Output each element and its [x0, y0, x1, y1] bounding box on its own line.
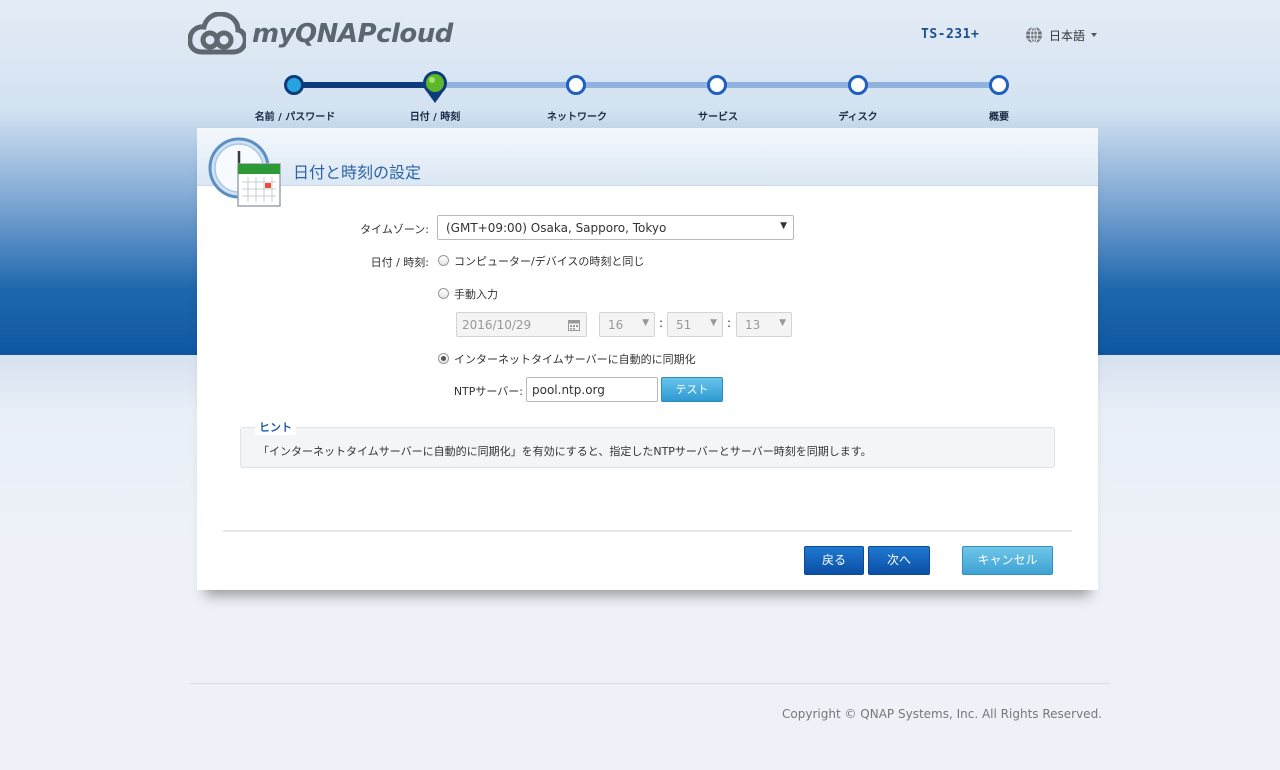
calendar-icon: [568, 320, 580, 331]
manual-second-select[interactable]: 13 ▼: [736, 312, 792, 337]
hint-title: ヒント: [255, 419, 296, 435]
step-dot-name-password: [284, 75, 304, 95]
chevron-down-icon: [1091, 33, 1098, 37]
step-dot-network: [566, 75, 586, 95]
dropdown-arrow-icon: ▼: [710, 318, 717, 328]
ntp-server-input[interactable]: pool.ntp.org: [526, 377, 658, 402]
clock-calendar-icon: [208, 137, 281, 207]
manual-minute-select[interactable]: 51 ▼: [667, 312, 723, 337]
timezone-label: タイムゾーン:: [360, 223, 429, 236]
radio-manual[interactable]: [438, 288, 449, 299]
globe-icon: [1026, 26, 1042, 44]
step-label-network: ネットワーク: [547, 112, 607, 123]
next-button[interactable]: 次へ: [868, 546, 930, 575]
footer-divider: [190, 683, 1110, 684]
language-selector[interactable]: 日本語: [1025, 26, 1098, 44]
hint-text: 「インターネットタイムサーバーに自動的に同期化」を有効にすると、指定したNTPサ…: [258, 445, 872, 458]
datetime-label: 日付 / 時刻:: [370, 256, 429, 269]
radio-sync-computer[interactable]: [438, 255, 449, 266]
step-label-name-password: 名前 / パスワード: [254, 112, 336, 123]
time-separator: :: [659, 316, 664, 330]
dropdown-arrow-icon: ▼: [779, 318, 786, 328]
copyright-text: Copyright © QNAP Systems, Inc. All Right…: [782, 707, 1102, 721]
cancel-button[interactable]: キャンセル: [962, 546, 1053, 575]
radio-internet-sync[interactable]: [438, 353, 449, 364]
settings-panel: 日付と時刻の設定 タイムゾーン: (GMT+09:00) Osaka, Sapp…: [197, 128, 1098, 590]
timezone-select[interactable]: (GMT+09:00) Osaka, Sapporo, Tokyo ▼: [437, 215, 794, 240]
progress-track-completed: [294, 82, 435, 88]
radio-sync-computer-label[interactable]: コンピューター/デバイスの時刻と同じ: [454, 253, 644, 269]
radio-manual-label[interactable]: 手動入力: [454, 286, 498, 302]
timezone-value: (GMT+09:00) Osaka, Sapporo, Tokyo: [446, 221, 667, 235]
cloud-icon: [188, 12, 246, 55]
dropdown-arrow-icon: ▼: [642, 318, 649, 328]
step-label-date-time: 日付 / 時刻: [409, 112, 461, 123]
radio-internet-sync-label[interactable]: インターネットタイムサーバーに自動的に同期化: [454, 351, 696, 367]
step-dot-services: [707, 75, 727, 95]
manual-hour-select[interactable]: 16 ▼: [599, 312, 655, 337]
device-name: TS-231+: [921, 27, 980, 42]
back-button[interactable]: 戻る: [804, 546, 864, 575]
time-separator: :: [727, 316, 732, 330]
logo-text: myQNAPcloud: [252, 19, 453, 49]
dropdown-arrow-icon: ▼: [780, 221, 787, 231]
ntp-server-label: NTPサーバー:: [453, 385, 523, 398]
step-label-services: サービス: [698, 112, 738, 123]
manual-date-value: 2016/10/29: [462, 318, 532, 332]
test-button[interactable]: テスト: [661, 377, 723, 402]
language-label: 日本語: [1049, 28, 1086, 43]
step-current-marker-icon: [423, 71, 447, 103]
step-dot-disk: [848, 75, 868, 95]
divider: [223, 530, 1072, 532]
step-dot-summary: [989, 75, 1009, 95]
step-label-summary: 概要: [989, 112, 1009, 123]
manual-date-field[interactable]: 2016/10/29: [456, 312, 587, 337]
manual-minute-value: 51: [676, 318, 692, 332]
myqnapcloud-logo: myQNAPcloud: [188, 12, 453, 56]
step-label-disk: ディスク: [838, 112, 878, 123]
manual-second-value: 13: [745, 318, 761, 332]
manual-hour-value: 16: [608, 318, 624, 332]
page-title: 日付と時刻の設定: [293, 163, 422, 182]
